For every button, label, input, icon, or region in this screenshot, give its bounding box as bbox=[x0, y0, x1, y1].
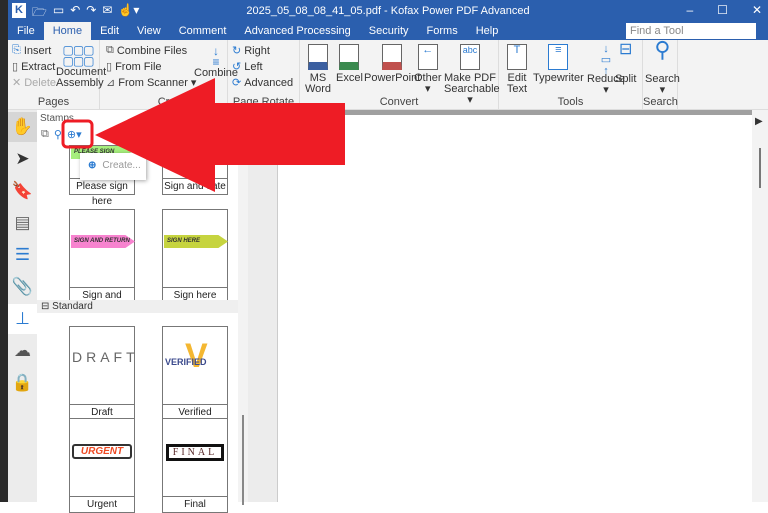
rotate-right-button[interactable]: ↻ Right bbox=[232, 44, 270, 58]
minimize-button[interactable]: – bbox=[686, 3, 693, 17]
title-bar: K 🗁 ▭ ↶ ↷ ✉ ☝▾ 2025_05_08_08_41_05.pdf -… bbox=[8, 0, 768, 22]
document-scrollbar[interactable]: ▶ bbox=[752, 110, 768, 502]
tab-view[interactable]: View bbox=[128, 22, 170, 40]
stamp-urgent[interactable]: URGENT Urgent bbox=[69, 418, 135, 513]
convert-group: MS Word Excel PowerPoint ← Other ▾ abc Make… bbox=[300, 40, 500, 110]
stamp-draft[interactable]: DRAFT Draft bbox=[69, 326, 135, 421]
delete-button[interactable]: ✕ Delete bbox=[12, 76, 56, 90]
left-navigation-strip: ✋ ➤ 🔖 ▤ ☰ 📎 ⊥ ☁ 🔒 bbox=[8, 110, 37, 502]
app-window: K 🗁 ▭ ↶ ↷ ✉ ☝▾ 2025_05_08_08_41_05.pdf -… bbox=[8, 0, 768, 513]
from-file-button[interactable]: ▯ From File bbox=[106, 60, 162, 74]
pages-icon[interactable]: ▤ bbox=[8, 208, 37, 238]
powerpoint-icon bbox=[382, 44, 403, 70]
excel-button[interactable]: Excel bbox=[336, 44, 363, 84]
extract-button[interactable]: ▯ Extract bbox=[12, 60, 55, 74]
search-stamp-icon[interactable]: ⚲ bbox=[54, 128, 62, 141]
stamp-sign-here[interactable]: SIGN HERE Sign here bbox=[162, 209, 228, 304]
tab-file[interactable]: File bbox=[8, 22, 44, 40]
stamp-final[interactable]: FINAL Final bbox=[162, 418, 228, 513]
find-tool-input[interactable]: Find a Tool bbox=[626, 23, 756, 39]
group-label: Convert bbox=[379, 96, 419, 108]
other-button[interactable]: ← Other ▾ bbox=[414, 44, 442, 95]
pages-group: ⎘ Insert ▯ Extract ✕ Delete ▢▢▢ ▢▢▢ Document … bbox=[8, 40, 106, 110]
other-format-icon: ← bbox=[417, 44, 438, 70]
ms-word-button[interactable]: MS Word bbox=[304, 44, 332, 95]
extract-icon: ▯ bbox=[12, 61, 19, 73]
rotate-advanced-icon: ⟳ bbox=[232, 77, 242, 89]
search-button[interactable]: ⚲ Search ▾ bbox=[645, 37, 680, 96]
delete-icon: ✕ bbox=[12, 77, 22, 89]
security-lock-icon[interactable]: 🔒 bbox=[8, 368, 37, 398]
create-icon: ⊕ bbox=[88, 160, 97, 171]
combine-files-icon: ⧉ bbox=[106, 44, 114, 56]
file-icon: ▯ bbox=[106, 61, 113, 73]
select-tool-icon[interactable]: ➤ bbox=[8, 144, 37, 174]
tab-forms[interactable]: Forms bbox=[418, 22, 467, 40]
insert-icon: ⎘ bbox=[12, 44, 21, 56]
tab-help[interactable]: Help bbox=[467, 22, 508, 40]
tab-home[interactable]: Home bbox=[43, 22, 92, 40]
tools-group: T Edit Text ≡ Typewriter ↓ ▭ ↑ Reduce ▾ ⊟ Split… bbox=[499, 40, 643, 110]
insert-button[interactable]: ⎘ Insert bbox=[12, 44, 51, 57]
add-stamp-icon[interactable]: ⊕▾ bbox=[67, 128, 82, 141]
typewriter-button[interactable]: ≡ Typewriter bbox=[533, 44, 584, 84]
collapse-all-icon[interactable]: ⧉ bbox=[41, 128, 49, 141]
close-button[interactable]: ✕ bbox=[752, 3, 762, 17]
scanner-icon: ⊿ bbox=[106, 77, 116, 89]
cloud-icon[interactable]: ☁ bbox=[8, 336, 37, 366]
word-icon bbox=[308, 44, 328, 70]
tab-comment[interactable]: Comment bbox=[170, 22, 236, 40]
split-icon: ⊟ bbox=[619, 41, 633, 58]
group-label: Cr bbox=[157, 96, 170, 108]
tab-advanced-processing[interactable]: Advanced Processing bbox=[235, 22, 359, 40]
rotate-left-button[interactable]: ↺ Left bbox=[232, 60, 263, 74]
stamps-panel: Stamps ⧉ ⚲ ⊕▾ PLEASE SIGN HEREPlease sig… bbox=[37, 110, 267, 513]
split-button[interactable]: ⊟ Split bbox=[615, 41, 636, 85]
search-group: ⚲ Search ▾ Search bbox=[643, 37, 680, 110]
document-page[interactable] bbox=[277, 115, 752, 502]
comments-icon[interactable]: ☰ bbox=[8, 240, 37, 270]
tab-edit[interactable]: Edit bbox=[91, 22, 128, 40]
stamps-icon[interactable]: ⊥ bbox=[8, 304, 37, 334]
standard-section-header[interactable]: ⊟ Standard bbox=[37, 300, 257, 313]
page-rotate-group: ↻ Right ↺ Left ⟳ Advanced Page Rotate bbox=[228, 40, 300, 110]
create-menu-item[interactable]: ⊕ Create... bbox=[80, 153, 146, 180]
panel-title: Stamps bbox=[40, 113, 74, 124]
maximize-button[interactable]: ☐ bbox=[717, 3, 728, 17]
tab-security[interactable]: Security bbox=[360, 22, 418, 40]
hand-tool-icon[interactable]: ✋ bbox=[8, 112, 37, 142]
edit-text-button[interactable]: T Edit Text bbox=[505, 44, 529, 95]
document-assembly-button[interactable]: ▢▢▢ ▢▢▢ Document Assembly bbox=[56, 43, 106, 89]
group-label: Pages bbox=[37, 96, 70, 108]
excel-icon bbox=[339, 44, 360, 70]
typewriter-icon: ≡ bbox=[548, 44, 569, 70]
stamp-sign-and-return[interactable]: SIGN AND RETURNSign and return bbox=[69, 209, 135, 316]
window-title: 2025_05_08_08_41_05.pdf - Kofax Power PD… bbox=[246, 5, 530, 17]
edit-text-icon: T bbox=[507, 44, 527, 70]
bookmarks-icon[interactable]: 🔖 bbox=[8, 176, 37, 206]
powerpoint-button[interactable]: PowerPoint bbox=[364, 44, 420, 84]
create-group: ⧉ Combine Files ▯ From File ⊿ From Scanner ▾… bbox=[100, 40, 238, 110]
search-icon: ⚲ bbox=[654, 37, 671, 62]
assembly-icon: ▢▢▢ ▢▢▢ bbox=[62, 43, 94, 68]
stamp-sign-and-date[interactable]: Sign and date bbox=[162, 145, 228, 195]
group-label: Page Rotate bbox=[232, 96, 295, 108]
rotate-right-icon: ↻ bbox=[232, 45, 242, 57]
from-scanner-button[interactable]: ⊿ From Scanner ▾ bbox=[106, 76, 196, 90]
searchable-icon: abc bbox=[460, 44, 480, 70]
collapse-icon: ⊟ bbox=[41, 301, 53, 312]
expand-arrow-icon[interactable]: ▶ bbox=[755, 116, 763, 127]
group-label: Tools bbox=[557, 96, 584, 108]
desktop-background bbox=[0, 0, 8, 502]
combine-files-button[interactable]: ⧉ Combine Files bbox=[106, 44, 187, 57]
stamp-verified[interactable]: V VERIFIED Verified bbox=[162, 326, 228, 421]
rotate-left-icon: ↺ bbox=[232, 61, 242, 73]
group-label: Search bbox=[643, 96, 678, 108]
attachments-icon[interactable]: 📎 bbox=[8, 272, 37, 302]
panel-scrollbar[interactable] bbox=[238, 110, 248, 505]
rotate-advanced-button[interactable]: ⟳ Advanced bbox=[232, 76, 293, 90]
ribbon: ⎘ Insert ▯ Extract ✕ Delete ▢▢▢ ▢▢▢ Document … bbox=[8, 37, 768, 110]
